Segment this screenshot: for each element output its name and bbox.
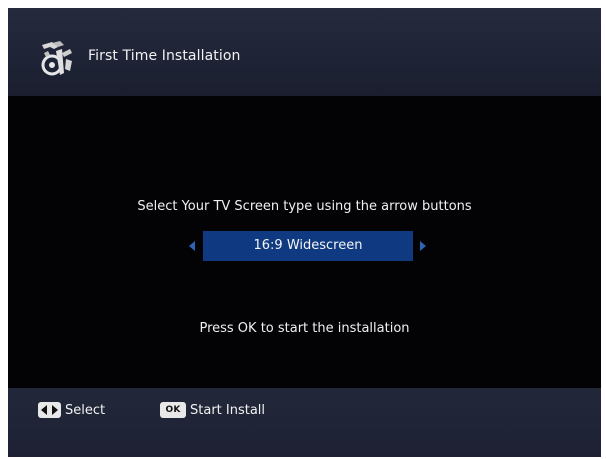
header-bar: First Time Installation bbox=[8, 8, 601, 96]
main-content: Select Your TV Screen type using the arr… bbox=[8, 96, 601, 388]
arrow-right-icon[interactable] bbox=[420, 241, 426, 251]
footer-start-install-label: Start Install bbox=[190, 402, 266, 418]
footer-bar: Select OK Start Install bbox=[8, 388, 601, 457]
tv-screen: First Time Installation Select Your TV S… bbox=[8, 8, 601, 457]
footer-select-label: Select bbox=[65, 402, 106, 418]
installation-tools-icon bbox=[38, 39, 80, 77]
page-title: First Time Installation bbox=[88, 48, 241, 64]
start-hint-text: Press OK to start the installation bbox=[199, 321, 410, 336]
footer-select-hint: Select bbox=[38, 400, 105, 420]
ok-key-icon: OK bbox=[160, 402, 186, 418]
left-right-keys-icon bbox=[38, 402, 61, 418]
screen-type-value[interactable]: 16:9 Widescreen bbox=[203, 231, 413, 261]
arrow-left-icon[interactable] bbox=[189, 241, 195, 251]
instruction-text: Select Your TV Screen type using the arr… bbox=[137, 199, 472, 214]
screen-type-selector[interactable]: 16:9 Widescreen bbox=[189, 231, 428, 261]
footer-start-install-hint: OK Start Install bbox=[160, 400, 265, 420]
